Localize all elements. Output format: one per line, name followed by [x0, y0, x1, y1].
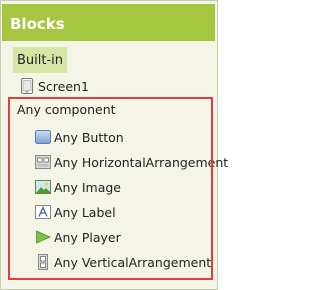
- screen-icon: [19, 78, 35, 94]
- blocks-panel-title: Blocks: [10, 15, 65, 33]
- builtin-item[interactable]: Built-in: [13, 47, 68, 73]
- tree-item-screen1[interactable]: Screen1: [19, 76, 89, 96]
- any-component-highlight: [8, 97, 213, 280]
- blocks-panel-header: Blocks: [2, 4, 215, 41]
- builtin-label: Built-in: [17, 52, 64, 68]
- tree-item-label: Screen1: [38, 78, 89, 94]
